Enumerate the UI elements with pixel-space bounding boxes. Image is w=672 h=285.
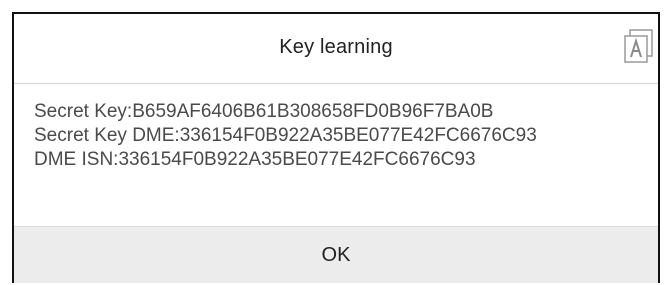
dme-isn-line: DME ISN:336154F0B922A35BE077E42FC6676C93 [34,149,476,170]
dialog-title: Key learning [279,36,393,58]
secret-key-dme-line: Secret Key DME:336154F0B922A35BE077E42FC… [34,125,537,146]
ok-button[interactable]: OK [14,227,658,283]
dialog-content: Secret Key:B659AF6406B61B308658FD0B96F7B… [34,100,650,172]
dialog-footer: OK [14,226,658,283]
key-learning-dialog: Key learning Secret Key:B659AF6406B61B30… [12,12,660,283]
dialog-header: Key learning [14,14,658,84]
secret-key-line: Secret Key:B659AF6406B61B308658FD0B96F7B… [34,101,494,122]
translate-icon[interactable] [622,28,656,66]
